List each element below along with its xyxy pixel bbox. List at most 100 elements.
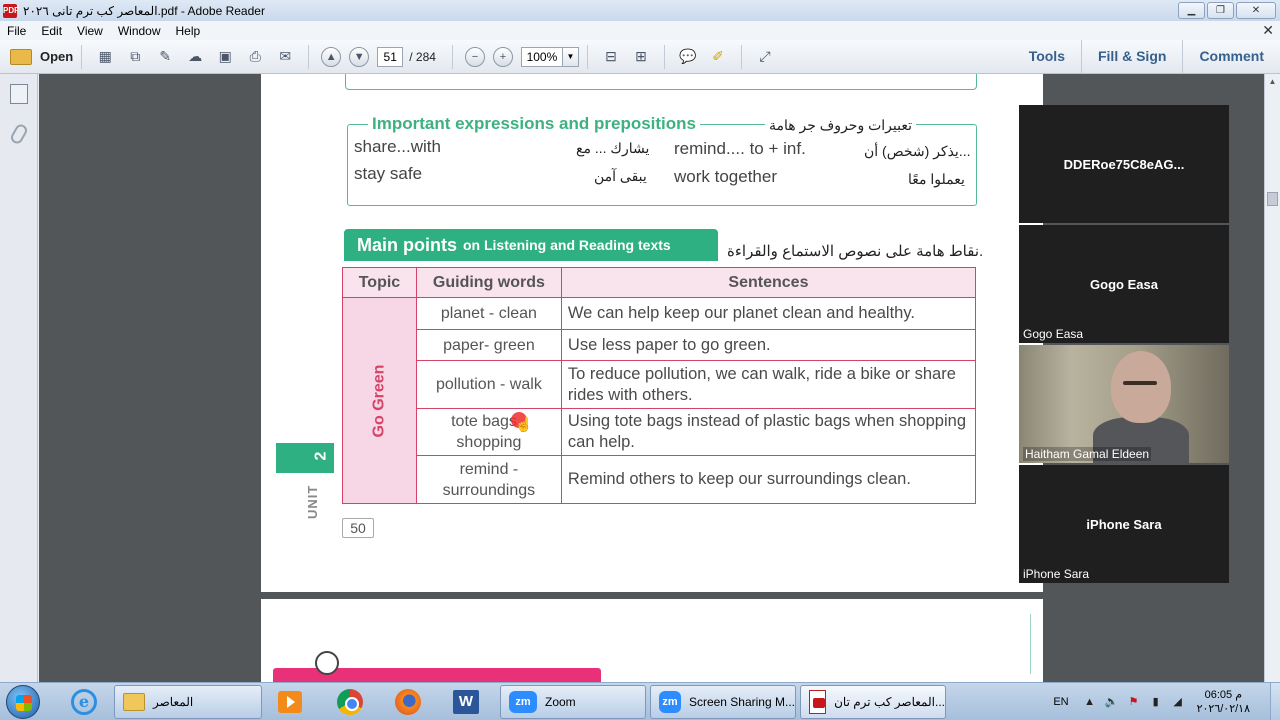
toolbar-divider xyxy=(663,44,665,69)
participant-name: Gogo Easa xyxy=(1090,276,1158,292)
sentence-cell: We can help keep our planet clean and he… xyxy=(560,297,977,330)
upload-cloud-icon[interactable]: ☁ xyxy=(184,46,206,68)
minimize-button[interactable]: ▁ xyxy=(1178,2,1205,19)
header-guiding-words: Guiding words xyxy=(415,267,562,298)
main-points-subtitle: on Listening and Reading texts xyxy=(463,237,671,253)
menu-file[interactable]: File xyxy=(0,24,34,38)
tray-expand-icon[interactable]: ▲ xyxy=(1083,695,1097,709)
pdf-page-next xyxy=(261,599,1043,682)
table-row: remind - surroundings Remind others to k… xyxy=(343,455,977,504)
expression-ar: يبقى آمن xyxy=(594,168,647,184)
fit-width-icon[interactable]: ⊞ xyxy=(630,46,652,68)
main-points-title: Main points xyxy=(357,234,457,255)
zoom-out-icon[interactable]: − xyxy=(464,46,485,67)
participant-label: iPhone Sara xyxy=(1023,567,1090,581)
signal-icon[interactable]: ◢ xyxy=(1171,695,1185,709)
maximize-button[interactable]: ❐ xyxy=(1207,2,1234,19)
folder-icon xyxy=(123,693,145,711)
next-page-icon[interactable]: ▼ xyxy=(349,46,370,67)
pdf-file-icon xyxy=(809,690,827,714)
open-button[interactable]: Open xyxy=(10,48,73,65)
sentence-cell: Remind others to keep our surroundings c… xyxy=(560,455,977,504)
internet-explorer-pin[interactable]: e xyxy=(62,686,106,718)
clock[interactable]: 06:05 م ٢٠٢٦/٠٢/١٨ xyxy=(1197,688,1250,716)
guiding-words-cell: paper- green xyxy=(415,329,562,361)
page-thumbnails-icon[interactable] xyxy=(9,84,28,104)
taskbar-adobe-reader[interactable]: المعاصر كب ترم تان... xyxy=(800,685,946,719)
close-button[interactable]: ✕ xyxy=(1236,2,1276,19)
taskbar: e المعاصر W zm Zoom zm Screen Sharing M.… xyxy=(0,682,1280,720)
header-sentences: Sentences xyxy=(560,267,977,298)
full-screen-icon[interactable]: ⤢ xyxy=(754,46,776,68)
save-icon[interactable]: ▣ xyxy=(214,46,236,68)
zoom-in-icon[interactable]: + xyxy=(492,46,513,67)
start-button[interactable] xyxy=(6,685,40,719)
security-alert-icon[interactable]: ⚑ xyxy=(1127,695,1141,709)
task-label: المعاصر كب ترم تان... xyxy=(834,695,945,709)
language-indicator[interactable]: EN xyxy=(1053,696,1068,708)
participant-tile[interactable]: iPhone Sara iPhone Sara xyxy=(1019,465,1229,583)
windows-logo-icon xyxy=(16,695,32,711)
media-player-pin[interactable] xyxy=(268,686,312,718)
toolbar-right-panel: Tools Fill & Sign Comment xyxy=(1013,40,1280,73)
chrome-pin[interactable] xyxy=(328,686,372,718)
expression-ar: يشارك ... مع xyxy=(576,140,650,156)
media-player-icon xyxy=(278,691,302,713)
menu-window[interactable]: Window xyxy=(111,24,169,38)
fit-page-icon[interactable]: ⊟ xyxy=(600,46,622,68)
page-number-input[interactable]: 51 xyxy=(377,46,404,67)
zoom-select[interactable]: 100% ▼ xyxy=(520,46,579,67)
scroll-up-icon[interactable]: ▲ xyxy=(1265,74,1280,90)
vertical-scrollbar[interactable]: ▲ xyxy=(1264,74,1280,682)
sentence-cell: To reduce pollution, we can walk, ride a… xyxy=(560,360,977,409)
comment-button[interactable]: Comment xyxy=(1182,40,1280,73)
toolbar-divider xyxy=(586,44,588,69)
zoom-value: 100% xyxy=(526,49,558,64)
word-pin[interactable]: W xyxy=(444,686,488,718)
participant-video-tile[interactable]: Haitham Gamal Eldeen xyxy=(1019,345,1229,463)
fill-sign-button[interactable]: Fill & Sign xyxy=(1080,40,1182,73)
network-icon[interactable]: ▮ xyxy=(1149,695,1163,709)
taskbar-screen-sharing[interactable]: zm Screen Sharing M... xyxy=(650,685,796,719)
participant-name: iPhone Sara xyxy=(1086,516,1162,532)
menu-help[interactable]: Help xyxy=(169,24,209,38)
chrome-icon xyxy=(337,689,363,715)
email-icon[interactable]: ✉ xyxy=(274,46,296,68)
tools-button[interactable]: Tools xyxy=(1013,40,1081,73)
toolbar-divider xyxy=(81,44,83,69)
expression-en: work together xyxy=(674,167,777,186)
participant-tile[interactable]: DDERoe75C8eAG... xyxy=(1019,105,1229,223)
show-desktop-button[interactable] xyxy=(1270,683,1280,720)
attachments-icon[interactable] xyxy=(8,122,29,146)
combine-files-icon[interactable]: ⧉ xyxy=(124,46,146,68)
toolbar-divider xyxy=(740,44,742,69)
create-pdf-icon[interactable]: ▦ xyxy=(94,46,116,68)
topic-label: Go Green xyxy=(370,364,388,437)
taskbar-zoom[interactable]: zm Zoom xyxy=(500,685,646,719)
task-label: Screen Sharing M... xyxy=(688,695,795,709)
menu-view[interactable]: View xyxy=(70,24,111,38)
expression-ar: يعملوا معًا xyxy=(908,171,965,187)
participant-tile[interactable]: Gogo Easa Gogo Easa xyxy=(1019,225,1229,343)
previous-page-icon[interactable]: ▲ xyxy=(321,46,342,67)
pdf-page: Important expressions and prepositions ت… xyxy=(261,74,1043,592)
guiding-words-cell: planet - clean xyxy=(415,297,562,330)
edit-pdf-icon[interactable]: ✎ xyxy=(154,46,176,68)
page-total: / 284 xyxy=(409,49,436,64)
scrollbar-thumb[interactable] xyxy=(1267,192,1278,206)
menu-bar: File Edit View Window Help ✕ xyxy=(0,21,1280,40)
task-label: المعاصر xyxy=(153,695,194,709)
volume-icon[interactable]: 🔈 xyxy=(1105,695,1119,709)
task-label: Zoom xyxy=(545,695,576,709)
firefox-pin[interactable] xyxy=(386,686,430,718)
highlight-icon[interactable]: ✐ xyxy=(707,46,729,68)
guiding-words-cell: remind - surroundings xyxy=(415,455,562,504)
close-document-icon[interactable]: ✕ xyxy=(1262,22,1274,39)
print-icon[interactable]: ⎙ xyxy=(244,46,266,68)
taskbar-explorer[interactable]: المعاصر xyxy=(114,685,262,719)
comment-bubble-icon[interactable]: 💬 xyxy=(677,46,699,68)
chevron-down-icon[interactable]: ▼ xyxy=(561,47,578,66)
menu-edit[interactable]: Edit xyxy=(34,24,70,38)
main-points-arabic: نقاط هامة على نصوص الاستماع والقراءة. xyxy=(727,243,984,260)
zoom-app-icon: zm xyxy=(509,691,537,713)
